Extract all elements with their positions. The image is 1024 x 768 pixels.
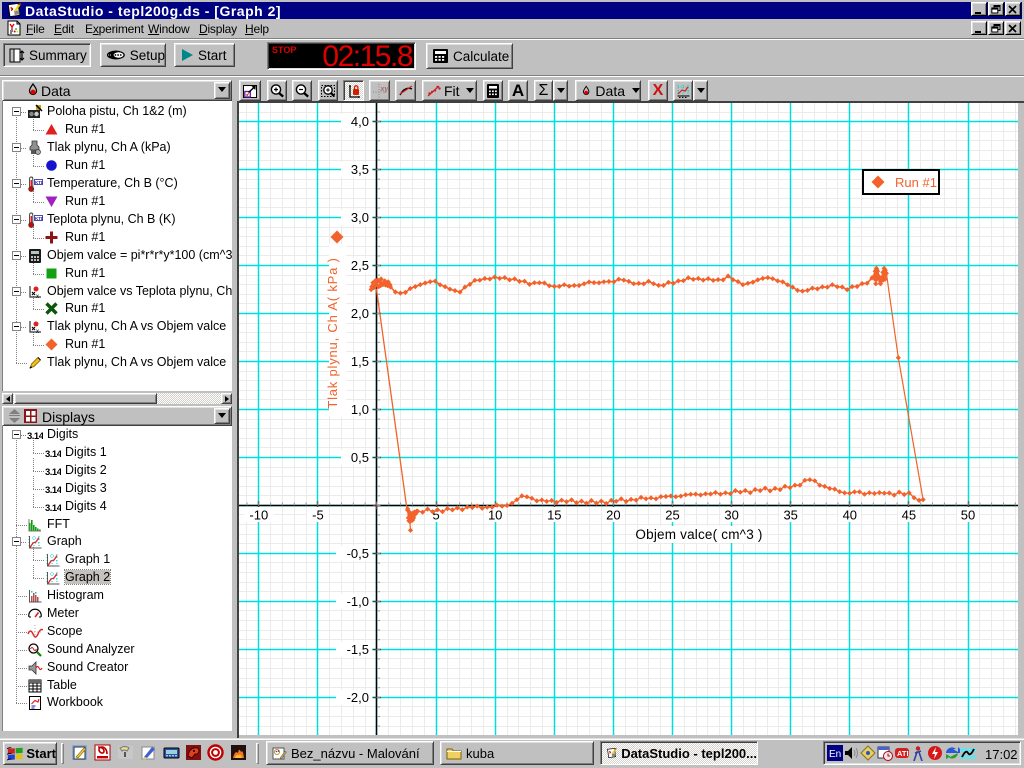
svg-text:Tlak plynu, Ch A( kPa ): Tlak plynu, Ch A( kPa ): [325, 257, 340, 408]
svg-text:xy: xy: [379, 86, 388, 93]
svg-text:-0,5: -0,5: [347, 546, 369, 561]
svg-text:-10: -10: [249, 508, 268, 523]
svg-text:-1,5: -1,5: [347, 642, 369, 657]
svg-text:25: 25: [665, 508, 679, 523]
svg-text:40: 40: [843, 508, 857, 523]
svg-text:En: En: [829, 749, 841, 760]
svg-text:x: x: [36, 294, 39, 300]
svg-text:3.14: 3.14: [45, 467, 61, 478]
svg-text:ATI: ATI: [897, 749, 909, 758]
svg-text:0,5: 0,5: [351, 450, 369, 465]
svg-text:3.14: 3.14: [45, 449, 61, 460]
svg-text:45: 45: [902, 508, 916, 523]
svg-text:KTD: KTD: [35, 216, 43, 221]
svg-text:3,0: 3,0: [351, 210, 369, 225]
svg-text:15: 15: [547, 508, 561, 523]
svg-text:-2,0: -2,0: [347, 690, 369, 705]
svg-text:-5: -5: [312, 508, 324, 523]
svg-text:2,0: 2,0: [351, 306, 369, 321]
svg-text:1,5: 1,5: [351, 354, 369, 369]
svg-text:KTD: KTD: [35, 180, 43, 185]
svg-text:3.14: 3.14: [45, 485, 61, 496]
svg-text:Objem valce( cm^3 ): Objem valce( cm^3 ): [635, 527, 762, 542]
svg-text:50: 50: [961, 508, 975, 523]
svg-text:-1,0: -1,0: [347, 594, 369, 609]
svg-text:10: 10: [488, 508, 502, 523]
svg-text:35: 35: [783, 508, 797, 523]
svg-text:20: 20: [606, 508, 620, 523]
svg-text:Run #1: Run #1: [895, 175, 937, 190]
svg-text:4,0: 4,0: [351, 114, 369, 129]
svg-text:30: 30: [724, 508, 738, 523]
svg-text:3,5: 3,5: [351, 162, 369, 177]
svg-text:x: x: [36, 329, 39, 335]
svg-text:3.14: 3.14: [45, 503, 61, 514]
svg-text:2,5: 2,5: [351, 258, 369, 273]
svg-text:1,0: 1,0: [351, 402, 369, 417]
svg-text:3.14: 3.14: [27, 431, 43, 442]
